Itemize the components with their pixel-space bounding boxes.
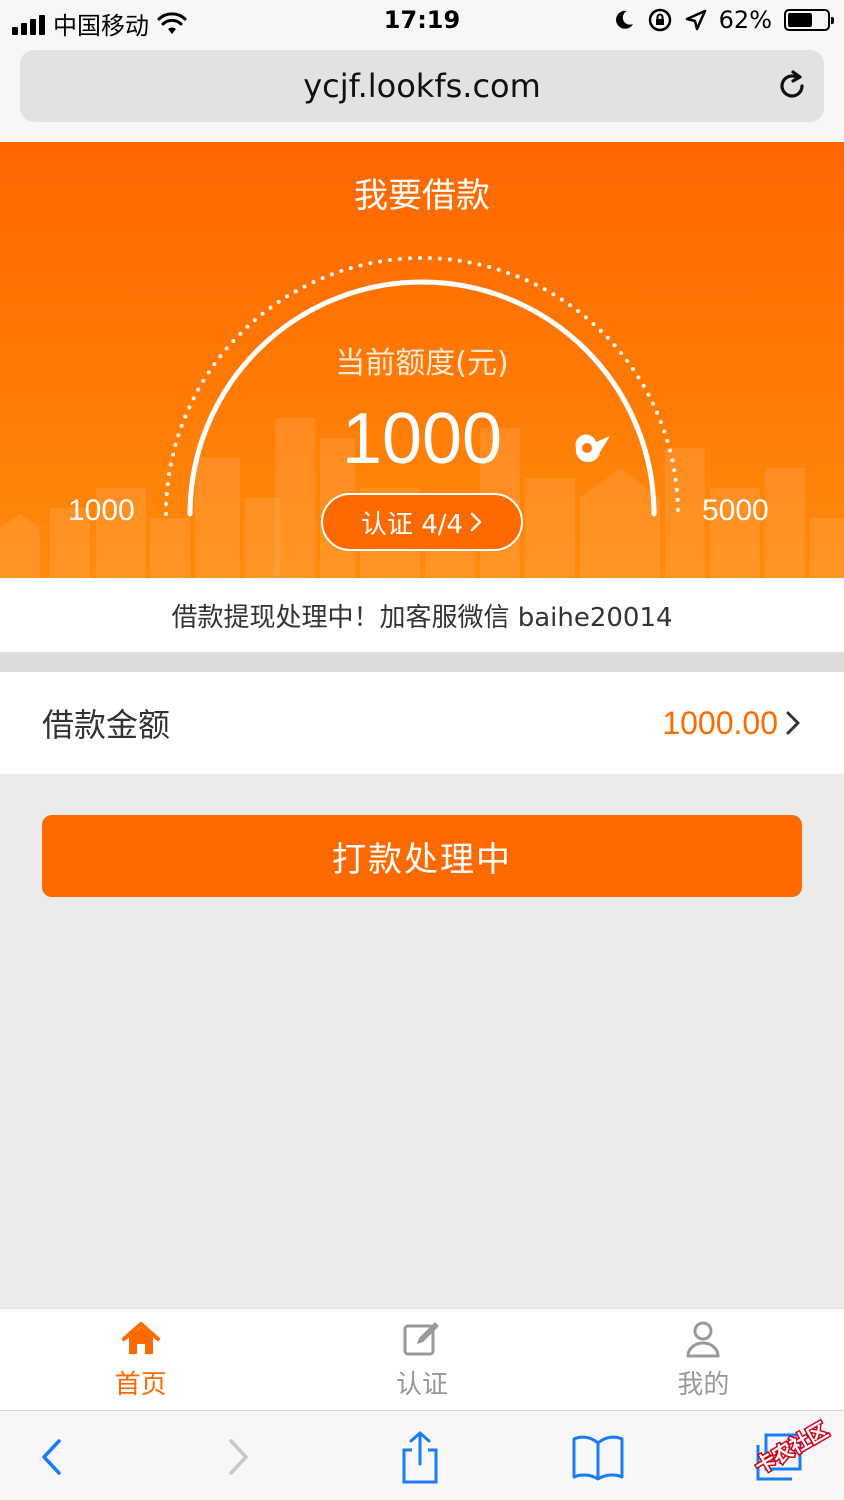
bottom-tab-bar: 首页 认证 我的 xyxy=(0,1308,844,1410)
status-bar: 中国移动 17:19 62% xyxy=(0,0,844,44)
chevron-right-icon xyxy=(786,711,800,735)
auth-progress-label: 认证 4/4 xyxy=(360,509,464,540)
gauge-min-label: 1000 xyxy=(68,494,135,527)
bookmarks-button[interactable] xyxy=(570,1429,626,1485)
browser-toolbar xyxy=(0,1410,844,1500)
battery-icon xyxy=(784,9,834,31)
loan-amount-row[interactable]: 借款金额 1000.00 xyxy=(0,672,844,774)
share-button[interactable] xyxy=(392,1429,448,1485)
address-bar[interactable]: ycjf.lookfs.com xyxy=(20,50,824,122)
loan-amount-value: 1000.00 xyxy=(662,704,778,741)
page-title: 我要借款 xyxy=(354,176,490,216)
chevron-right-icon xyxy=(229,1439,248,1475)
tab-mine-label: 我的 xyxy=(677,1370,730,1400)
watermark-logo: 卡农社区 xyxy=(749,1416,833,1480)
forward-button[interactable] xyxy=(210,1429,266,1485)
svg-text:卡农社区: 卡农社区 xyxy=(751,1418,832,1479)
tab-home-label: 首页 xyxy=(114,1370,167,1400)
payout-status-button[interactable]: 打款处理中 xyxy=(42,815,802,897)
reload-icon[interactable] xyxy=(774,68,810,104)
location-icon xyxy=(685,9,706,31)
credit-limit-label: 当前额度(元) xyxy=(335,346,509,381)
credit-limit-value: 1000 xyxy=(341,399,503,479)
notice-banner: 借款提现处理中！加客服微信 baihe20014 xyxy=(0,578,844,652)
loan-amount-label: 借款金额 xyxy=(42,706,171,744)
notice-text: 借款提现处理中！加客服微信 baihe20014 xyxy=(171,602,673,633)
tab-auth[interactable]: 认证 xyxy=(281,1309,562,1410)
battery-percent: 62% xyxy=(718,6,772,34)
back-button[interactable] xyxy=(24,1429,80,1485)
browser-chrome: ycjf.lookfs.com xyxy=(0,44,844,142)
tab-auth-label: 认证 xyxy=(395,1370,448,1400)
gauge-max-label: 5000 xyxy=(702,494,769,527)
share-icon xyxy=(402,1431,438,1484)
url-text: ycjf.lookfs.com xyxy=(303,67,541,105)
tab-mine[interactable]: 我的 xyxy=(563,1309,844,1410)
chevron-left-icon xyxy=(42,1439,61,1475)
auth-progress-button[interactable]: 认证 4/4 xyxy=(321,493,523,551)
rotation-lock-icon xyxy=(648,8,671,32)
book-icon xyxy=(572,1435,624,1481)
moon-icon xyxy=(615,10,633,29)
loan-hero: 我要借款 当前额度(元) 1000 1000 5000 认证 4/4 xyxy=(0,142,844,578)
rocket-icon xyxy=(575,434,610,462)
payout-status-label: 打款处理中 xyxy=(332,839,512,880)
user-icon xyxy=(686,1321,720,1358)
tab-home[interactable]: 首页 xyxy=(0,1309,281,1410)
chevron-right-icon xyxy=(470,512,482,532)
home-icon xyxy=(121,1322,160,1354)
edit-icon xyxy=(403,1322,439,1356)
section-divider xyxy=(0,652,844,672)
